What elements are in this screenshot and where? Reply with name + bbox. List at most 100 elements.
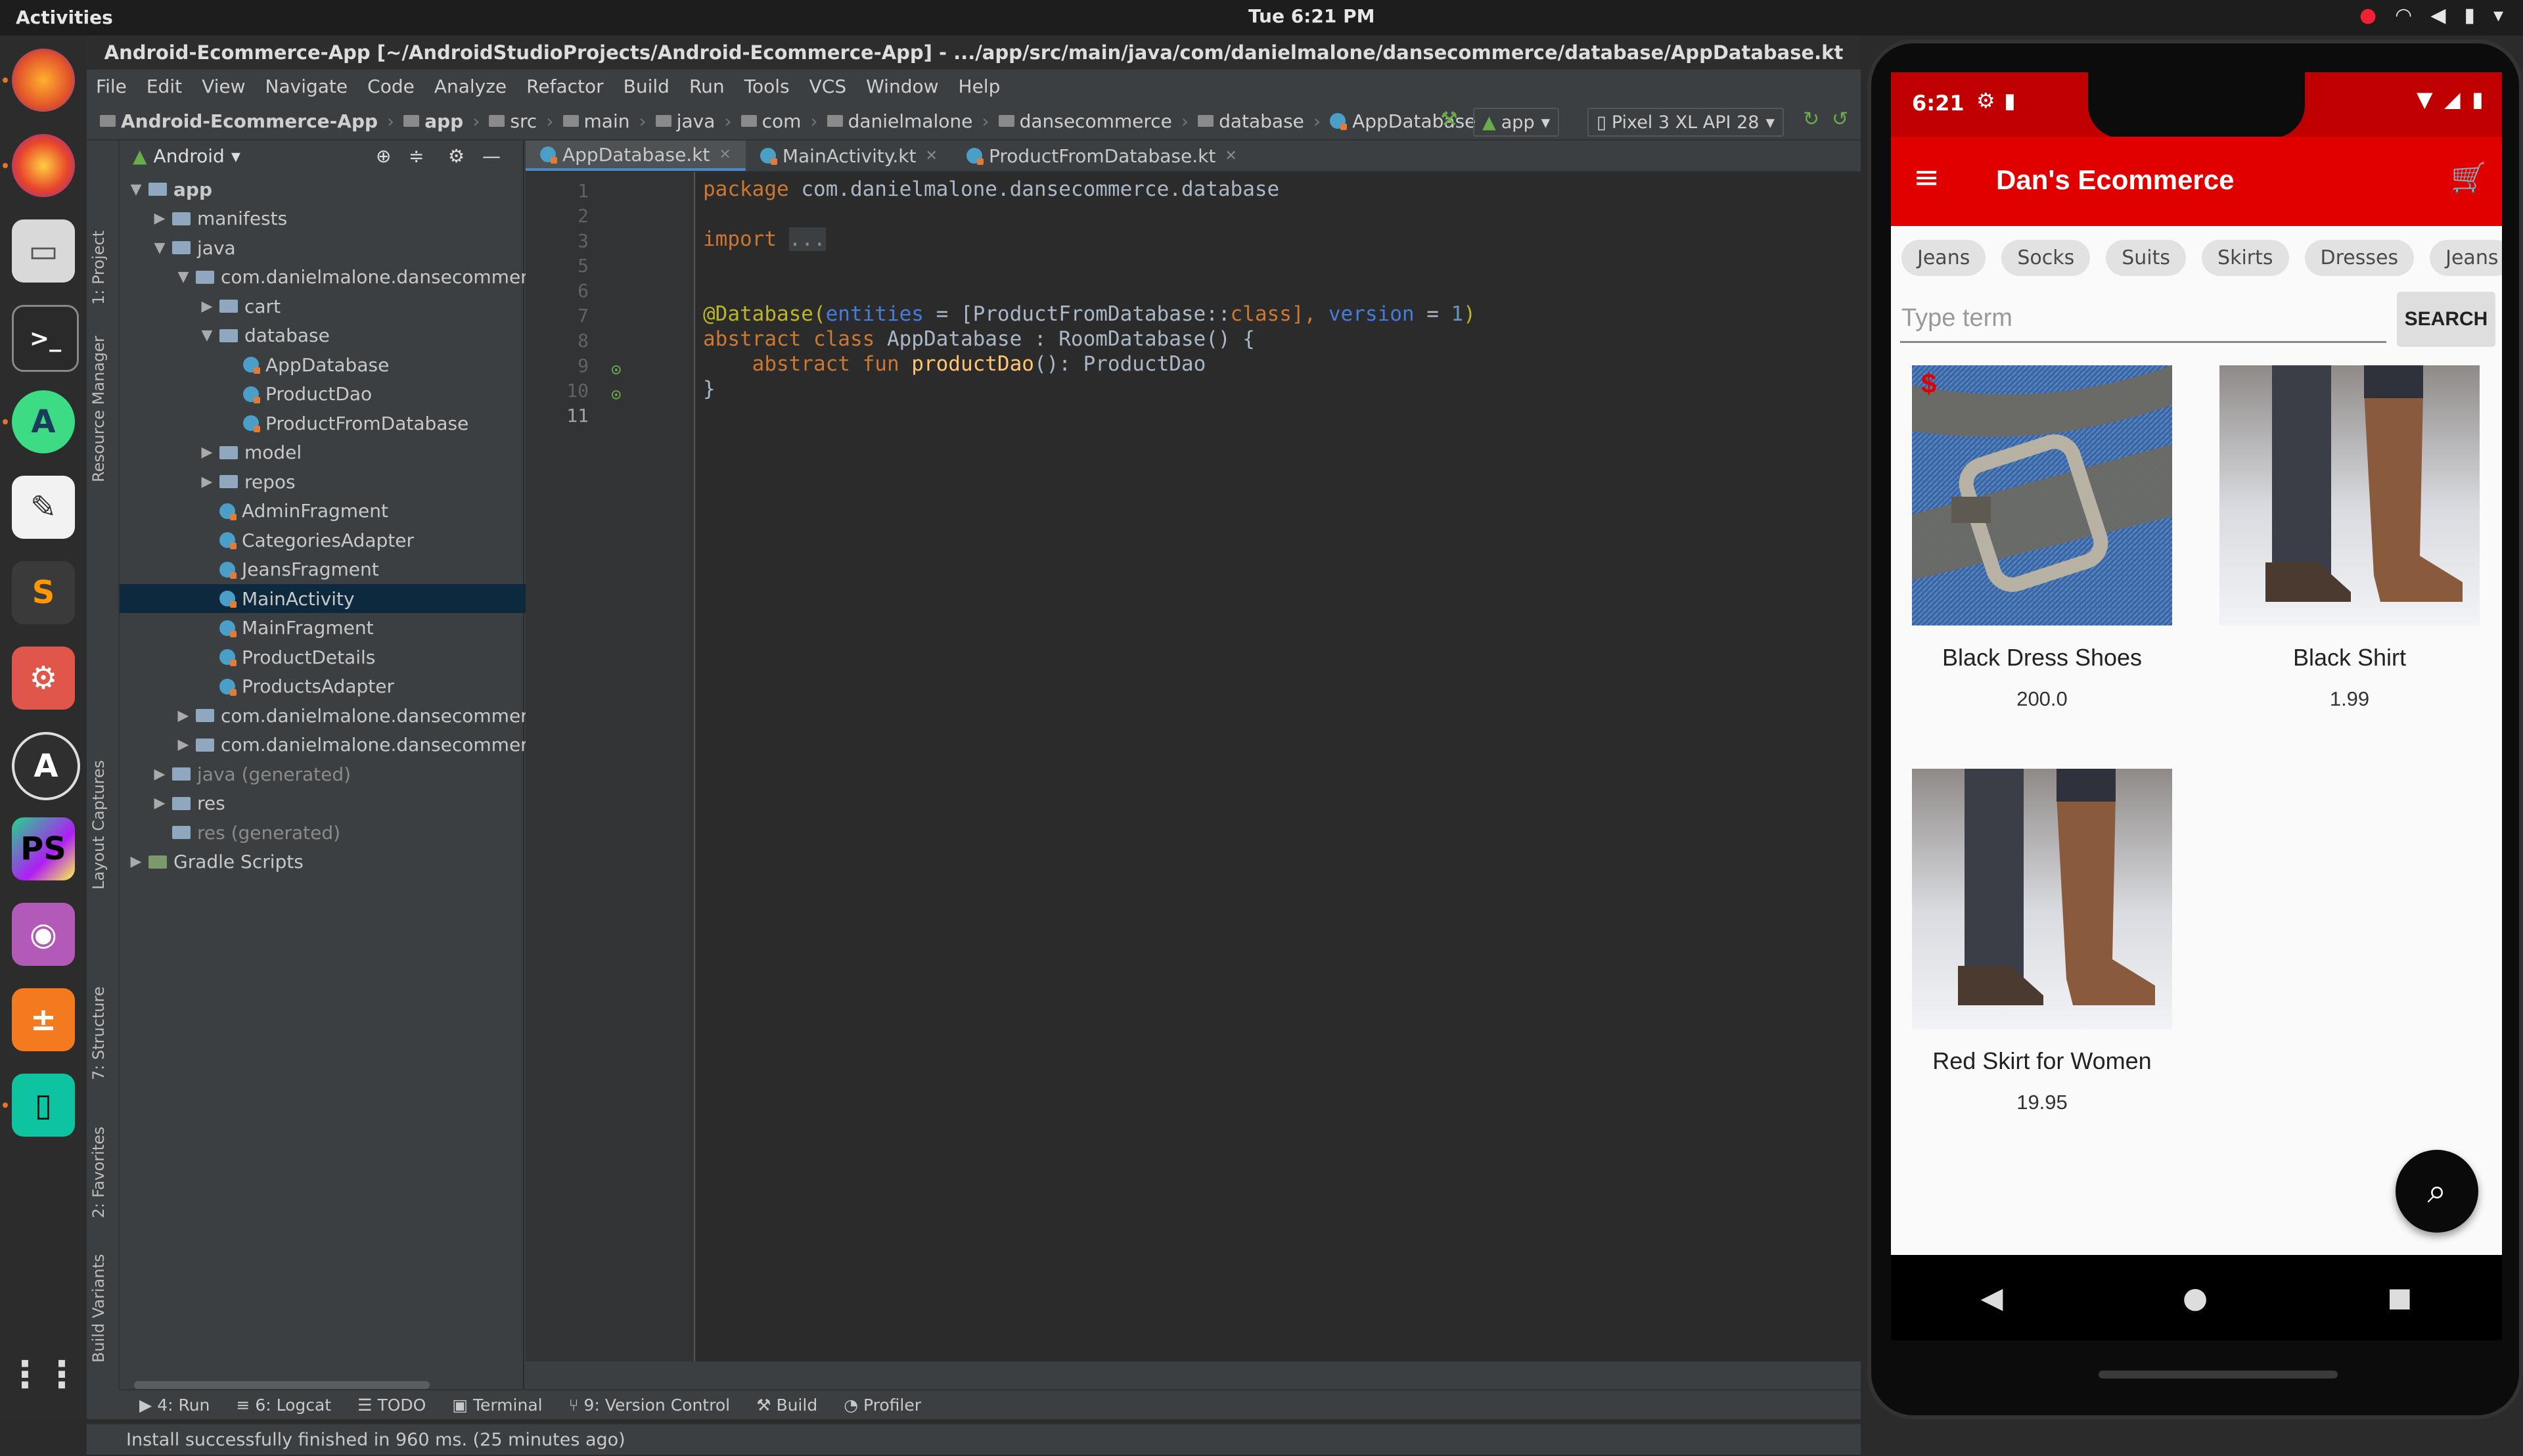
close-icon[interactable]: ✕ [926,148,938,164]
hide-icon[interactable]: — [482,145,501,167]
tab-build-variants[interactable]: Build Variants [89,1254,108,1363]
collapse-all-icon[interactable]: ≑ [409,145,424,167]
breadcrumb-danielmalone[interactable]: danielmalone [827,110,972,132]
text-editor-icon[interactable]: ✎ [12,476,75,539]
expand-arrow-icon[interactable]: ▼ [175,269,192,285]
collapse-arrow-icon[interactable]: ▶ [198,444,216,461]
tree-item[interactable]: ▶ Gradle Scripts [120,848,532,876]
collapse-arrow-icon[interactable]: ▶ [151,766,168,783]
collapse-arrow-icon[interactable]: ▶ [198,298,216,315]
tool-version-control[interactable]: ⑂ 9: Version Control [569,1396,730,1415]
terminal-icon[interactable]: >_ [12,305,79,372]
close-icon[interactable]: ✕ [1225,148,1237,164]
menu-analyze[interactable]: Analyze [434,76,507,97]
tool-todo[interactable]: ☰ TODO [357,1396,426,1415]
tree-item[interactable]: ▶ java (generated) [120,760,556,788]
breadcrumb-src[interactable]: src [489,110,537,132]
breadcrumb-main[interactable]: main [562,110,629,132]
recents-icon[interactable]: ■ [2388,1283,2413,1313]
search-button[interactable]: SEARCH [2397,292,2495,347]
breadcrumb-app[interactable]: app [403,110,463,132]
category-chip[interactable]: Jeans [1901,239,1986,276]
menu-vcs[interactable]: VCS [809,76,846,97]
tab-favorites[interactable]: 2: Favorites [89,1127,108,1218]
tree-item[interactable]: ▶ manifests [120,204,556,233]
files-icon[interactable]: ▭ [12,219,75,283]
apply-changes-icon[interactable]: ↻ [1803,108,1819,131]
tree-item[interactable]: ▶ com.danielmalone.dansecommerce [120,731,580,760]
menu-file[interactable]: File [96,76,127,97]
search-input[interactable] [1900,296,2386,343]
breadcrumb-dansecommerce[interactable]: dansecommerce [998,110,1172,132]
tree-item[interactable]: res (generated) [120,818,556,847]
calculator-icon[interactable]: ± [12,988,75,1051]
collapse-arrow-icon[interactable]: ▶ [151,210,168,227]
expand-arrow-icon[interactable]: ▼ [151,240,168,256]
menu-run[interactable]: Run [689,76,725,97]
category-chip[interactable]: Jeans [2430,239,2502,276]
category-chip[interactable]: Skirts [2202,239,2289,276]
emulator-icon[interactable]: ▯ [12,1074,75,1137]
breadcrumb-project[interactable]: Android-Ecommerce-App [100,110,378,132]
menu-window[interactable]: Window [866,76,938,97]
system-tray[interactable]: ● ◠ ◀ ▮ ▾ [2359,4,2503,27]
tab-resource-manager[interactable]: Resource Manager [89,336,108,482]
menu-build[interactable]: Build [624,76,670,97]
firefox-icon[interactable] [12,49,75,112]
collapse-arrow-icon[interactable]: ▶ [198,474,216,490]
implementations-gutter-icon[interactable]: ⊙ [611,385,622,405]
breadcrumb-database[interactable]: database [1198,110,1304,132]
expand-arrow-icon[interactable]: ▼ [198,327,216,344]
tree-item[interactable]: ▶ res [120,789,556,818]
cart-icon[interactable]: 🛒 [2451,160,2487,194]
breadcrumb-java[interactable]: java [655,110,715,132]
run-config-dropdown[interactable]: ▲ app ▾ [1473,108,1560,137]
category-chip[interactable]: Socks [2001,239,2091,276]
breadcrumb-com[interactable]: com [740,110,801,132]
tree-item[interactable]: ▶ com.danielmalone.dansecommerce [120,701,580,730]
menu-refactor[interactable]: Refactor [526,76,603,97]
code-editor[interactable]: package com.danielmalone.dansecommerce.d… [695,172,1861,1361]
firefox-dev-icon[interactable] [12,134,75,197]
tool-logcat[interactable]: ≡ 6: Logcat [236,1396,331,1415]
hammer-icon[interactable]: ⚒ [1440,108,1458,131]
category-chip[interactable]: Suits [2106,239,2187,276]
tab-structure[interactable]: 7: Structure [89,986,108,1080]
folded-imports[interactable]: ... [788,227,826,251]
gear-icon[interactable]: ⚙ [448,145,465,167]
tool-profiler[interactable]: ◔ Profiler [844,1396,921,1415]
collapse-arrow-icon[interactable]: ▶ [175,708,192,724]
menu-tools[interactable]: Tools [744,76,790,97]
expand-arrow-icon[interactable]: ▼ [127,181,145,198]
menu-view[interactable]: View [202,76,245,97]
tab-productfromdatabase[interactable]: ProductFromDatabase.kt ✕ [952,141,1252,171]
product-card[interactable]: Red Skirt for Women 19.95 [1911,769,2173,1114]
software-updater-icon[interactable]: A [12,732,80,800]
collapse-arrow-icon[interactable]: ▶ [151,795,168,811]
close-icon[interactable]: ✕ [719,147,731,163]
phpstorm-icon[interactable]: PS [12,817,75,880]
back-icon[interactable]: ◀ [1981,1281,2003,1315]
tool-build[interactable]: ⚒ Build [756,1396,817,1415]
menu-code[interactable]: Code [367,76,415,97]
apply-code-changes-icon[interactable]: ↺ [1832,108,1848,131]
product-card[interactable]: Black Shirt 1.99 [2218,365,2481,711]
tab-project[interactable]: 1: Project [89,231,108,305]
tab-appdatabase[interactable]: AppDatabase.kt ✕ [526,141,746,171]
home-icon[interactable]: ● [2183,1281,2208,1315]
tree-item[interactable]: ▼ com.danielmalone.dansecommerce [120,263,580,292]
product-card[interactable]: $ Black Dress Shoes 200.0 [1911,365,2173,711]
android-studio-icon[interactable]: A [12,390,75,453]
tab-layout-captures[interactable]: Layout Captures [89,760,108,890]
search-fab[interactable]: ⌕ [2396,1150,2478,1233]
chevron-down-icon[interactable]: ▾ [231,145,240,167]
tool-run[interactable]: ▶ 4: Run [139,1396,210,1415]
tree-item[interactable]: ▼ app [120,175,532,204]
category-chip[interactable]: Dresses [2304,239,2415,276]
emulator-screen[interactable]: 6:21 ⚙ ▮ ▼ ◢ ▮ ≡ Dan's Ecommerce 🛒 Jeans… [1891,72,2502,1340]
tab-mainactivity[interactable]: MainActivity.kt ✕ [746,141,952,171]
horizontal-scrollbar[interactable] [134,1381,430,1389]
activities-button[interactable]: Activities [16,7,113,28]
locate-icon[interactable]: ⊕ [376,145,391,167]
screen-recorder-icon[interactable]: ◉ [12,903,75,966]
